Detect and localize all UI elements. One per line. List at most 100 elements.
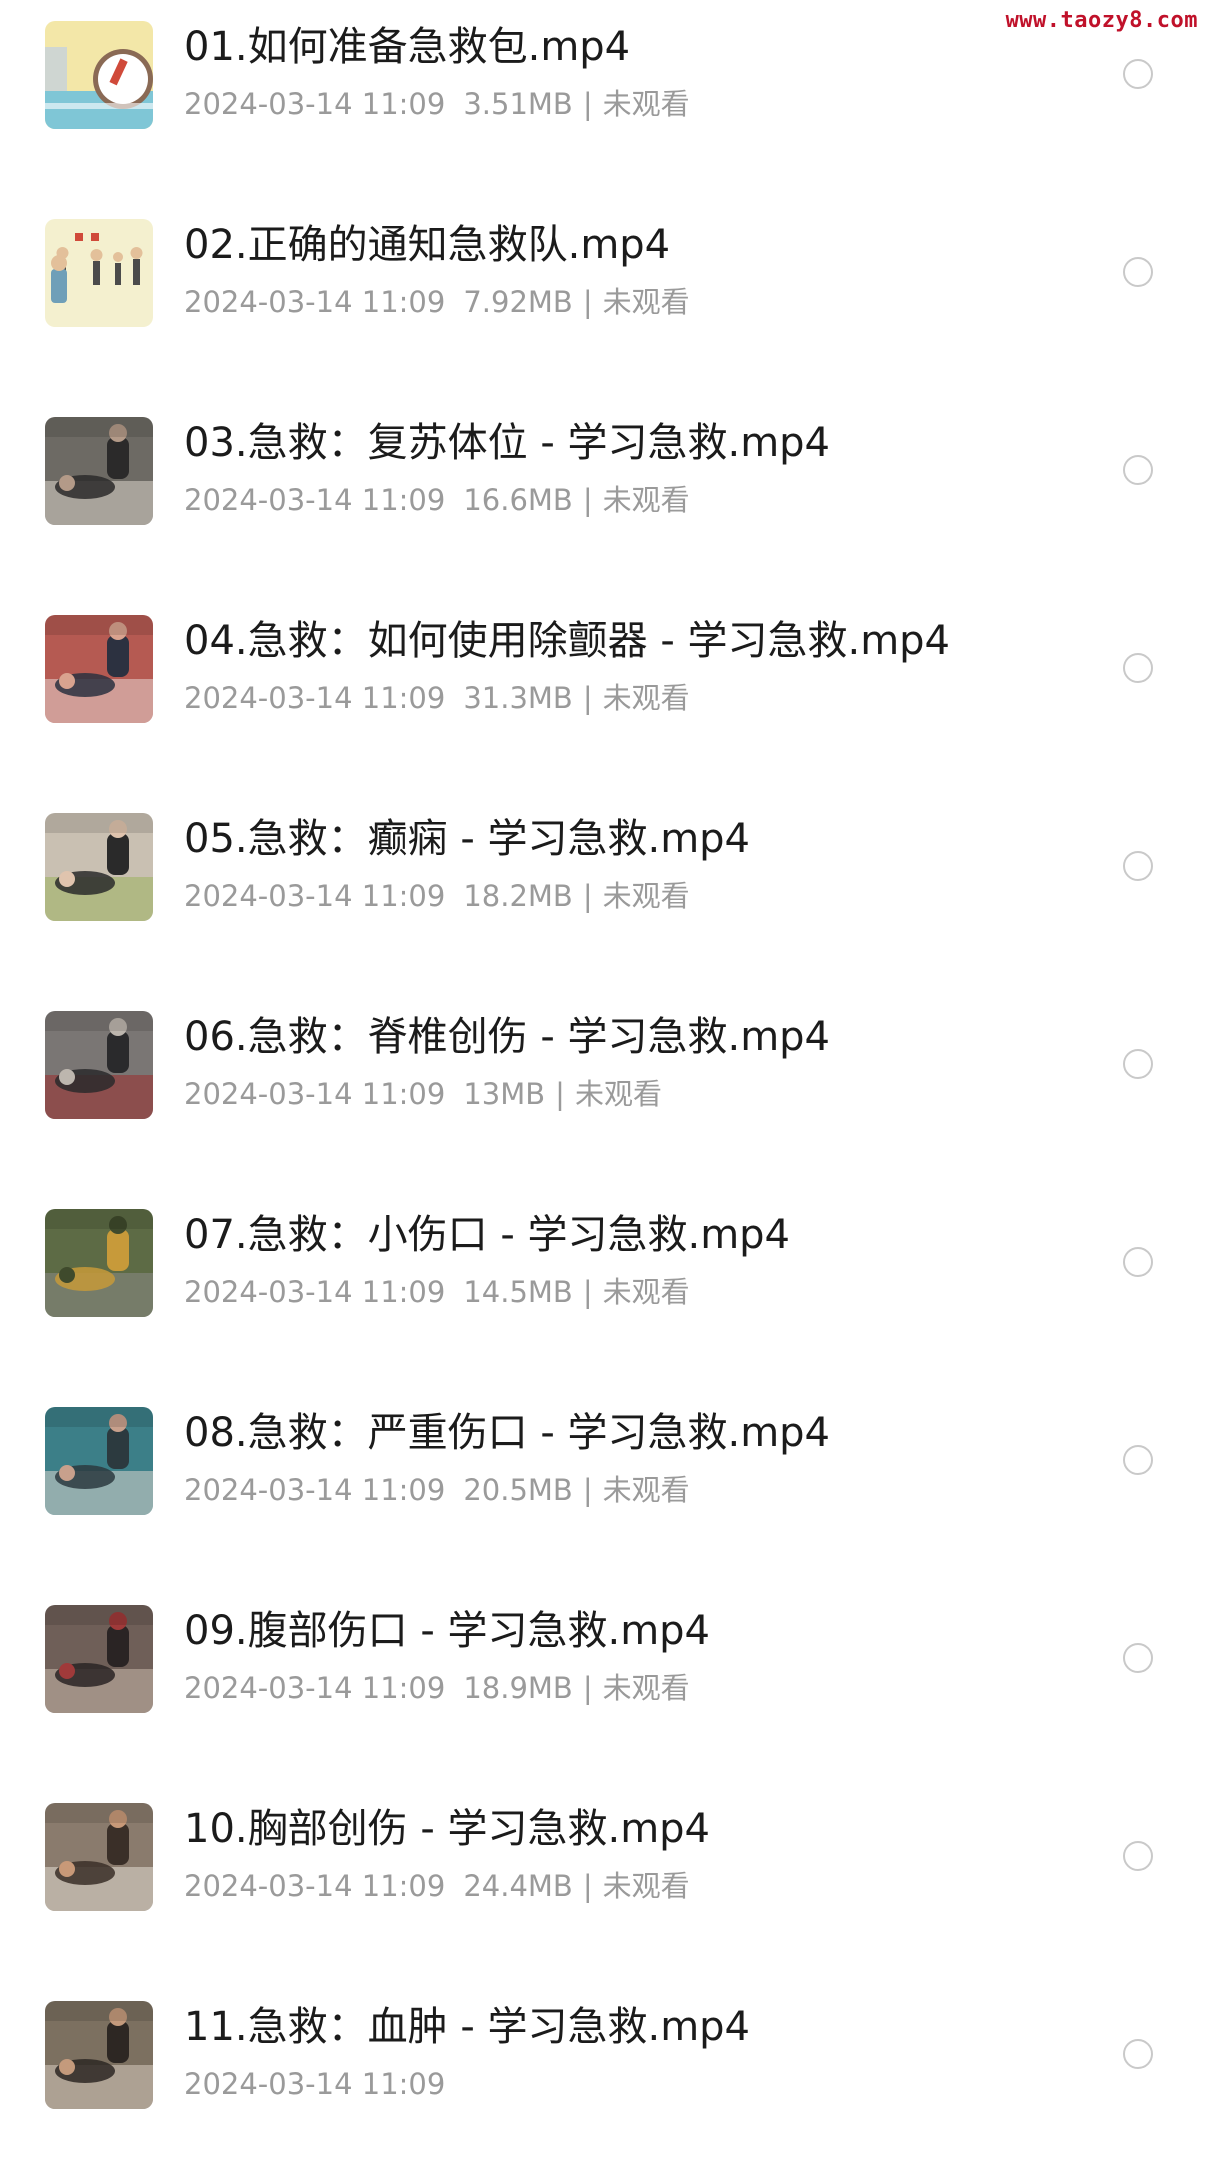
select-radio[interactable] [1123, 455, 1153, 485]
thumbnail-image [45, 1803, 153, 1911]
video-thumbnail[interactable] [45, 1011, 153, 1119]
thumbnail-image [45, 21, 153, 129]
file-title[interactable]: 02.正确的通知急救队.mp4 [184, 219, 670, 271]
thumbnail-image [45, 2001, 153, 2109]
thumbnail-image [45, 615, 153, 723]
video-thumbnail[interactable] [45, 615, 153, 723]
meta-separator: | [582, 879, 593, 913]
file-row[interactable]: 06.急救：脊椎创伤 - 学习急救.mp4 2024-03-14 11:09 13M… [0, 990, 1220, 1188]
meta-separator: | [582, 1869, 593, 1903]
select-radio[interactable] [1123, 1445, 1153, 1475]
file-title[interactable]: 07.急救：小伤口 - 学习急救.mp4 [184, 1209, 790, 1261]
video-thumbnail[interactable] [45, 1605, 153, 1713]
file-row[interactable]: 10.胸部创伤 - 学习急救.mp4 2024-03-14 11:09 24.4MB… [0, 1782, 1220, 1980]
file-title[interactable]: 04.急救：如何使用除颤器 - 学习急救.mp4 [184, 615, 950, 667]
file-title[interactable]: 11.急救：血肿 - 学习急救.mp4 [184, 2001, 750, 2053]
video-thumbnail[interactable] [45, 417, 153, 525]
file-size: 18.9MB [463, 1671, 573, 1705]
watch-status: 未观看 [602, 1275, 690, 1309]
video-thumbnail[interactable] [45, 2001, 153, 2109]
file-meta: 2024-03-14 11:09 16.6MB | 未观看 [184, 482, 690, 518]
file-row[interactable]: 03.急救：复苏体位 - 学习急救.mp4 2024-03-14 11:09 16.… [0, 396, 1220, 594]
thumbnail-image [45, 1011, 153, 1119]
file-meta: 2024-03-14 11:09 18.2MB | 未观看 [184, 878, 690, 914]
select-radio[interactable] [1123, 1841, 1153, 1871]
file-title[interactable]: 08.急救：严重伤口 - 学习急救.mp4 [184, 1407, 830, 1459]
watch-status: 未观看 [602, 87, 690, 121]
watch-status: 未观看 [602, 879, 690, 913]
select-radio[interactable] [1123, 653, 1153, 683]
meta-separator: | [582, 1473, 593, 1507]
file-date: 2024-03-14 11:09 [184, 483, 446, 517]
video-thumbnail[interactable] [45, 219, 153, 327]
thumbnail-image [45, 219, 153, 327]
thumbnail-image [45, 1407, 153, 1515]
video-thumbnail[interactable] [45, 1407, 153, 1515]
file-row[interactable]: 04.急救：如何使用除颤器 - 学习急救.mp4 2024-03-14 11:09… [0, 594, 1220, 792]
select-radio[interactable] [1123, 1247, 1153, 1277]
file-date: 2024-03-14 11:09 [184, 1275, 446, 1309]
file-date: 2024-03-14 11:09 [184, 1077, 446, 1111]
meta-separator: | [582, 87, 593, 121]
watch-status: 未观看 [574, 1077, 662, 1111]
file-size: 24.4MB [463, 1869, 573, 1903]
watch-status: 未观看 [602, 483, 690, 517]
meta-separator: | [582, 1671, 593, 1705]
file-row[interactable]: 11.急救：血肿 - 学习急救.mp4 2024-03-14 11:09 [0, 1980, 1220, 2178]
file-row[interactable]: 09.腹部伤口 - 学习急救.mp4 2024-03-14 11:09 18.9MB… [0, 1584, 1220, 1782]
file-size: 20.5MB [463, 1473, 573, 1507]
file-date: 2024-03-14 11:09 [184, 285, 446, 319]
file-date: 2024-03-14 11:09 [184, 87, 446, 121]
file-date: 2024-03-14 11:09 [184, 1671, 446, 1705]
video-thumbnail[interactable] [45, 813, 153, 921]
meta-separator: | [582, 285, 593, 319]
file-meta: 2024-03-14 11:09 14.5MB | 未观看 [184, 1274, 690, 1310]
file-title[interactable]: 06.急救：脊椎创伤 - 学习急救.mp4 [184, 1011, 830, 1063]
thumbnail-image [45, 417, 153, 525]
file-meta: 2024-03-14 11:09 20.5MB | 未观看 [184, 1472, 690, 1508]
meta-separator: | [582, 681, 593, 715]
file-title[interactable]: 03.急救：复苏体位 - 学习急救.mp4 [184, 417, 830, 469]
select-radio[interactable] [1123, 851, 1153, 881]
file-meta: 2024-03-14 11:09 24.4MB | 未观看 [184, 1868, 690, 1904]
file-date: 2024-03-14 11:09 [184, 1869, 446, 1903]
watch-status: 未观看 [602, 1869, 690, 1903]
watch-status: 未观看 [602, 1671, 690, 1705]
file-row[interactable]: 05.急救：癫痫 - 学习急救.mp4 2024-03-14 11:09 18.2M… [0, 792, 1220, 990]
select-radio[interactable] [1123, 2039, 1153, 2069]
file-size: 18.2MB [463, 879, 573, 913]
file-row[interactable]: 02.正确的通知急救队.mp4 2024-03-14 11:09 7.92MB | 未观… [0, 198, 1220, 396]
file-row[interactable]: 01.如何准备急救包.mp4 2024-03-14 11:09 3.51MB | 未观看 [0, 0, 1220, 198]
file-title[interactable]: 10.胸部创伤 - 学习急救.mp4 [184, 1803, 710, 1855]
watch-status: 未观看 [602, 681, 690, 715]
file-size: 16.6MB [463, 483, 573, 517]
meta-separator: | [555, 1077, 565, 1111]
video-thumbnail[interactable] [45, 21, 153, 129]
file-title[interactable]: 01.如何准备急救包.mp4 [184, 21, 630, 73]
file-title[interactable]: 05.急救：癫痫 - 学习急救.mp4 [184, 813, 750, 865]
thumbnail-image [45, 1209, 153, 1317]
file-size: 3.51MB [463, 87, 573, 121]
select-radio[interactable] [1123, 1049, 1153, 1079]
file-meta: 2024-03-14 11:09 3.51MB | 未观看 [184, 86, 690, 122]
file-size: 31.3MB [463, 681, 573, 715]
file-meta: 2024-03-14 11:09 31.3MB | 未观看 [184, 680, 690, 716]
file-row[interactable]: 08.急救：严重伤口 - 学习急救.mp4 2024-03-14 11:09 20.… [0, 1386, 1220, 1584]
file-meta: 2024-03-14 11:09 [184, 2066, 445, 2102]
meta-separator: | [582, 1275, 593, 1309]
file-size: 14.5MB [463, 1275, 573, 1309]
select-radio[interactable] [1123, 257, 1153, 287]
file-title[interactable]: 09.腹部伤口 - 学习急救.mp4 [184, 1605, 710, 1657]
file-date: 2024-03-14 11:09 [184, 681, 446, 715]
watch-status: 未观看 [602, 285, 690, 319]
file-size: 7.92MB [463, 285, 573, 319]
file-row[interactable]: 07.急救：小伤口 - 学习急救.mp4 2024-03-14 11:09 14.5… [0, 1188, 1220, 1386]
file-meta: 2024-03-14 11:09 7.92MB | 未观看 [184, 284, 690, 320]
select-radio[interactable] [1123, 1643, 1153, 1673]
video-thumbnail[interactable] [45, 1209, 153, 1317]
file-date: 2024-03-14 11:09 [184, 1473, 446, 1507]
video-thumbnail[interactable] [45, 1803, 153, 1911]
file-date: 2024-03-14 11:09 [184, 2067, 446, 2101]
select-radio[interactable] [1123, 59, 1153, 89]
thumbnail-image [45, 1605, 153, 1713]
